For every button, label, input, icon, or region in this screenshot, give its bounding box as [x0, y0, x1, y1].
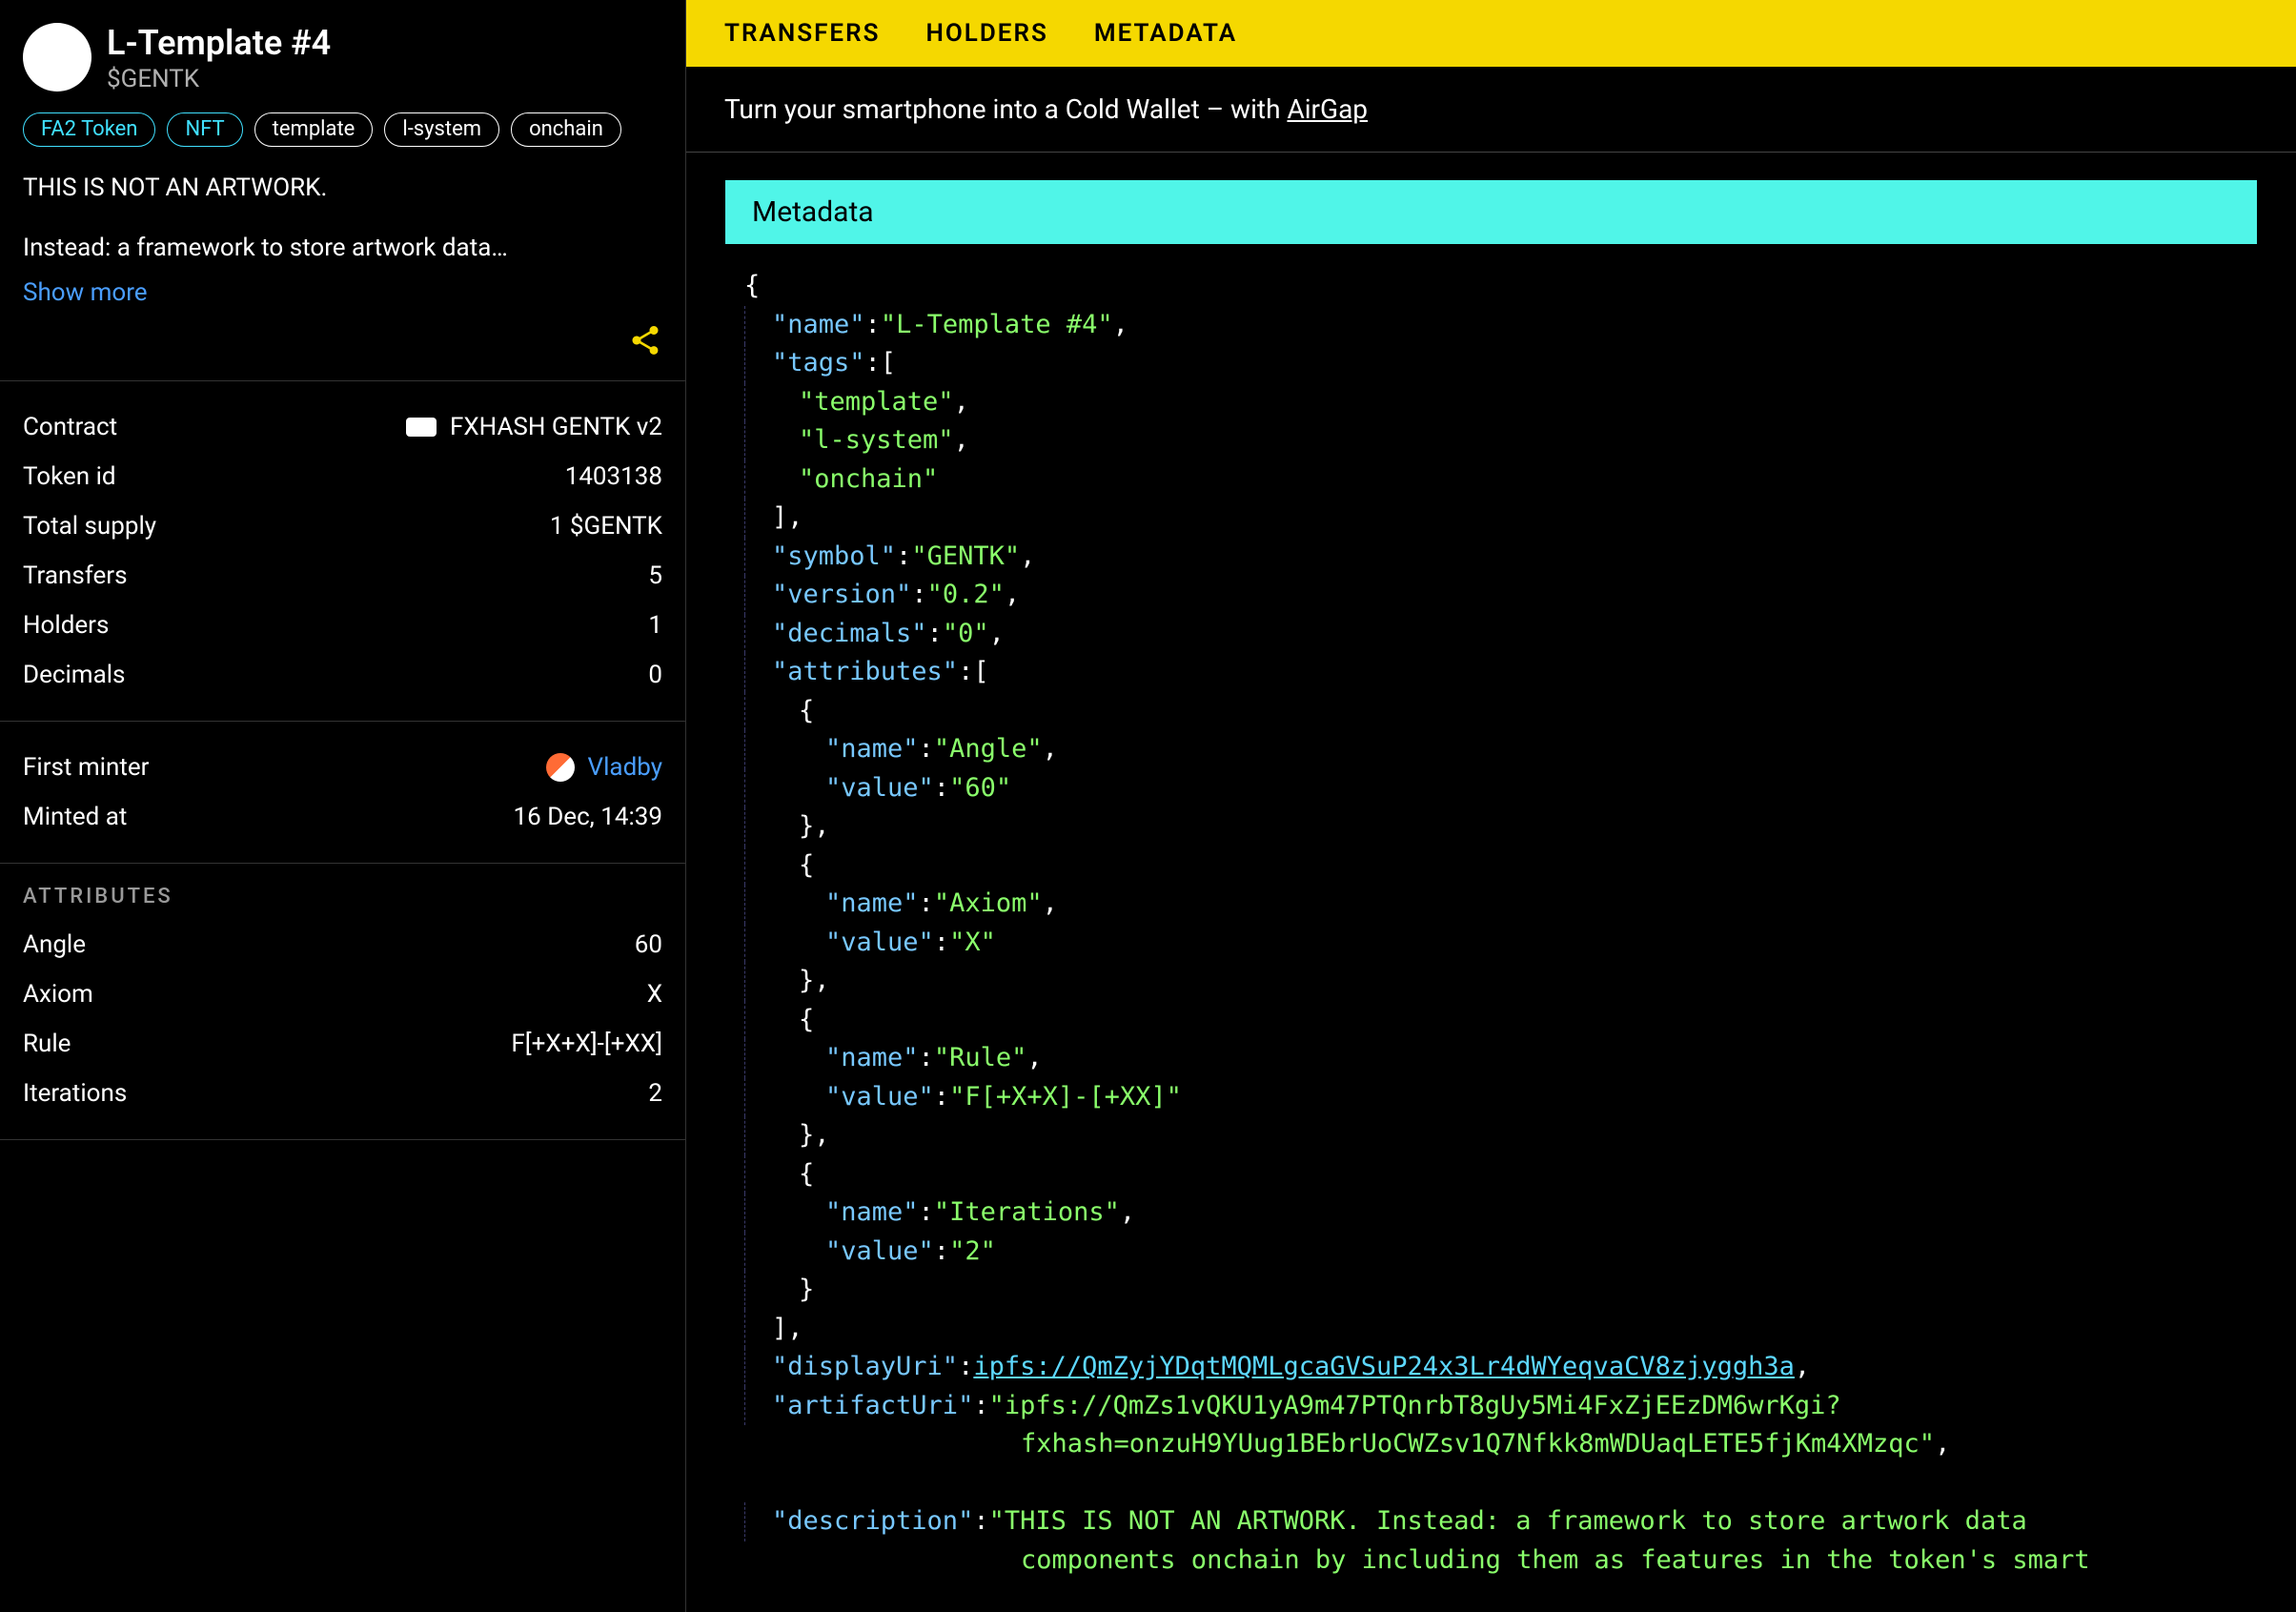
tab-bar: TRANSFERS HOLDERS METADATA — [686, 0, 2296, 67]
first-minter-value[interactable]: Vladby — [546, 753, 662, 782]
attr-label: Iterations — [23, 1079, 127, 1108]
main-content: TRANSFERS HOLDERS METADATA Turn your sma… — [686, 0, 2296, 1612]
token-title: L-Template #4 — [107, 23, 331, 63]
decimals-label: Decimals — [23, 661, 125, 689]
holders-label: Holders — [23, 611, 109, 640]
tag-onchain[interactable]: onchain — [511, 112, 621, 147]
attr-value: F[+X+X]-[+XX] — [511, 1030, 662, 1058]
token-avatar — [23, 23, 91, 92]
details-section: Contract FXHASH GENTK v2 Token id 140313… — [0, 380, 685, 721]
attributes-section: ATTRIBUTES Angle 60 Axiom X Rule F[+X+X]… — [0, 863, 685, 1139]
content-area: Metadata { "name":"L-Template #4", "tags… — [686, 153, 2296, 1612]
supply-row: Total supply 1 $GENTK — [23, 501, 662, 551]
tag-template[interactable]: template — [254, 112, 374, 147]
tags-row: FA2 Token NFT template l-system onchain — [0, 105, 685, 162]
attr-value: 2 — [648, 1079, 662, 1108]
promo-text: Turn your smartphone into a Cold Wallet … — [724, 93, 1287, 125]
share-row — [0, 312, 685, 380]
supply-value: 1 $GENTK — [550, 512, 662, 541]
attr-axiom-row: Axiom X — [23, 969, 662, 1019]
minted-at-row: Minted at 16 Dec, 14:39 — [23, 792, 662, 842]
metadata-json[interactable]: { "name":"L-Template #4", "tags":[ "temp… — [725, 244, 2257, 1612]
attr-label: Axiom — [23, 980, 93, 1009]
description-block: THIS IS NOT AN ARTWORK. Instead: a frame… — [0, 162, 685, 312]
attributes-heading: ATTRIBUTES — [23, 885, 662, 920]
sidebar: L-Template #4 $GENTK FA2 Token NFT templ… — [0, 0, 686, 1612]
attr-value: X — [647, 980, 662, 1009]
minter-avatar — [546, 753, 575, 782]
attr-rule-row: Rule F[+X+X]-[+XX] — [23, 1019, 662, 1069]
attr-label: Angle — [23, 930, 86, 959]
attr-value: 60 — [635, 930, 662, 959]
tokenid-row: Token id 1403138 — [23, 452, 662, 501]
token-symbol: $GENTK — [107, 65, 331, 93]
contract-name: FXHASH GENTK v2 — [450, 413, 662, 441]
tag-l-system[interactable]: l-system — [384, 112, 499, 147]
tag-fa2-token[interactable]: FA2 Token — [23, 112, 155, 147]
transfers-label: Transfers — [23, 561, 128, 590]
promo-link[interactable]: AirGap — [1287, 93, 1368, 125]
description-line1: THIS IS NOT AN ARTWORK. — [23, 170, 662, 207]
metadata-panel: Metadata { "name":"L-Template #4", "tags… — [724, 179, 2258, 1612]
first-minter-row: First minter Vladby — [23, 743, 662, 792]
tokenid-label: Token id — [23, 462, 116, 491]
transfers-value: 5 — [648, 561, 662, 590]
attr-angle-row: Angle 60 — [23, 920, 662, 969]
share-icon[interactable] — [628, 323, 662, 361]
attr-iterations-row: Iterations 2 — [23, 1069, 662, 1118]
show-more-link[interactable]: Show more — [23, 275, 662, 312]
minted-at-label: Minted at — [23, 803, 127, 831]
contract-row: Contract FXHASH GENTK v2 — [23, 402, 662, 452]
holders-value: 1 — [648, 611, 662, 640]
contract-icon — [406, 418, 437, 437]
tokenid-value: 1403138 — [565, 462, 662, 491]
decimals-value: 0 — [648, 661, 662, 689]
transfers-row: Transfers 5 — [23, 551, 662, 601]
tab-metadata[interactable]: METADATA — [1094, 19, 1237, 48]
holders-row: Holders 1 — [23, 601, 662, 650]
minter-name: Vladby — [588, 753, 662, 782]
token-header: L-Template #4 $GENTK — [0, 0, 685, 105]
first-minter-label: First minter — [23, 753, 149, 782]
mint-section: First minter Vladby Minted at 16 Dec, 14… — [0, 721, 685, 863]
panel-title: Metadata — [725, 180, 2257, 244]
contract-value[interactable]: FXHASH GENTK v2 — [406, 413, 662, 441]
attr-label: Rule — [23, 1030, 71, 1058]
title-block: L-Template #4 $GENTK — [107, 23, 331, 93]
tab-transfers[interactable]: TRANSFERS — [724, 19, 880, 48]
minted-at-value: 16 Dec, 14:39 — [514, 803, 662, 831]
tag-nft[interactable]: NFT — [167, 112, 242, 147]
contract-label: Contract — [23, 413, 117, 441]
promo-bar: Turn your smartphone into a Cold Wallet … — [686, 67, 2296, 153]
tab-holders[interactable]: HOLDERS — [925, 19, 1047, 48]
description-line2: Instead: a framework to store artwork da… — [23, 230, 662, 267]
supply-label: Total supply — [23, 512, 156, 541]
decimals-row: Decimals 0 — [23, 650, 662, 700]
